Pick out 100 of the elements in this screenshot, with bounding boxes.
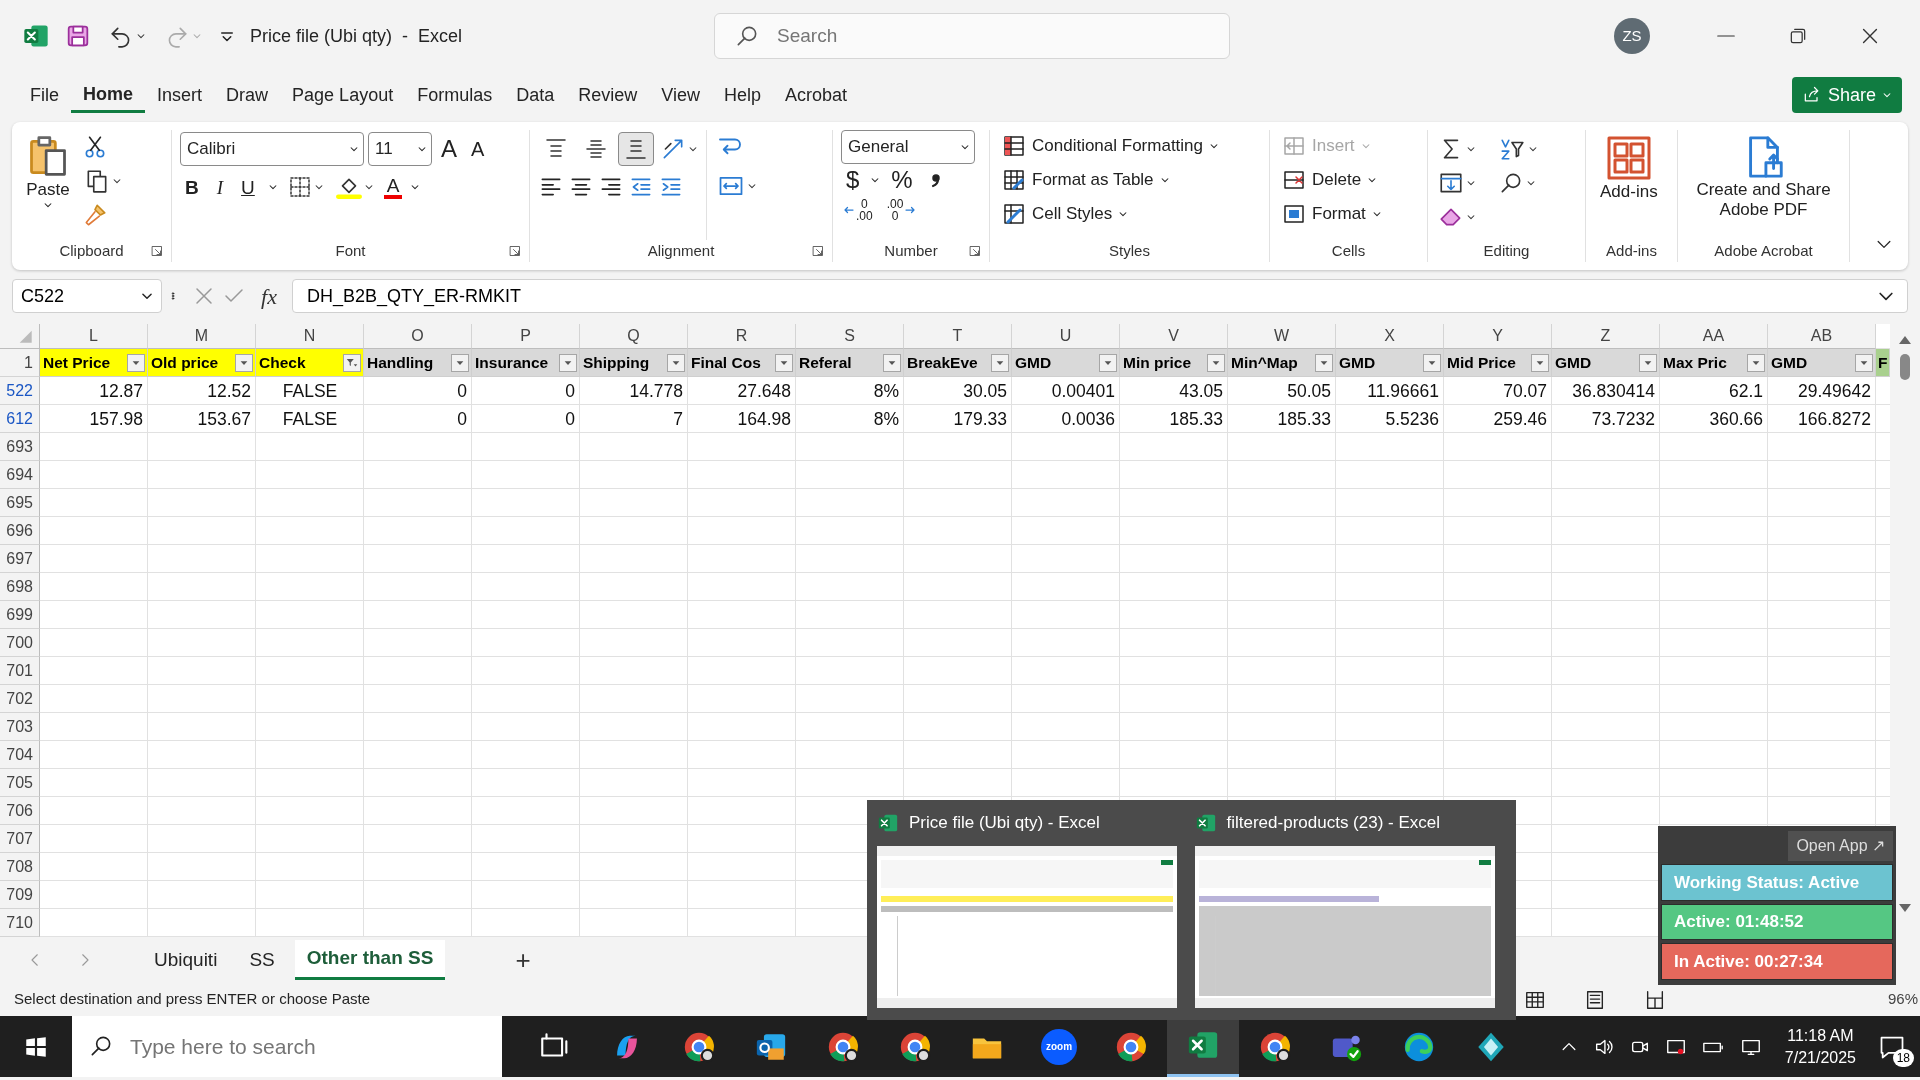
row-header[interactable]: 612 [0,405,40,433]
menu-tab[interactable]: View [649,77,712,113]
column-header[interactable]: O [364,324,472,349]
row-header[interactable]: 522 [0,377,40,405]
column-header[interactable]: R [688,324,796,349]
column-header[interactable]: U [1012,324,1120,349]
row-header[interactable]: 697 [0,545,40,573]
currency-button[interactable]: $ [841,168,865,192]
number-format-dropdown[interactable]: General [841,130,975,164]
styles-menu-button[interactable]: Format as Table [998,164,1224,196]
row-header[interactable]: 709 [0,881,40,909]
header-cell[interactable]: GMD [1336,349,1444,377]
header-cell[interactable]: Min price [1120,349,1228,377]
increase-decimal-button[interactable]: 0 .00 [841,196,875,224]
styles-menu-button[interactable]: Conditional Formatting [998,130,1224,162]
header-cell[interactable]: Mid Price [1444,349,1552,377]
menu-tab[interactable]: Help [711,77,773,113]
column-header[interactable]: AB [1768,324,1876,349]
name-box[interactable]: C522 [12,279,162,313]
header-cell[interactable]: Final Cos [688,349,796,377]
row-header[interactable]: 701 [0,657,40,685]
cells-menu-button[interactable]: Format [1278,198,1386,230]
row-header[interactable]: 705 [0,769,40,797]
column-header[interactable]: N [256,324,364,349]
column-header[interactable]: Q [580,324,688,349]
window-preview-title[interactable]: Price file (Ubi qty) - Excel [909,810,1100,836]
header-cell[interactable]: Insurance [472,349,580,377]
menu-tab[interactable]: Page Layout [280,77,406,113]
header-cell[interactable]: Old price [148,349,256,377]
row-header[interactable]: 693 [0,433,40,461]
cells-menu-button[interactable]: Delete [1278,164,1386,196]
menu-tab[interactable]: Acrobat [773,77,860,113]
row-header[interactable]: 698 [0,573,40,601]
row-header[interactable]: 710 [0,909,40,937]
row-header[interactable]: 694 [0,461,40,489]
row-header[interactable]: 696 [0,517,40,545]
paste-button[interactable]: Paste [20,130,76,240]
styles-menu-button[interactable]: Cell Styles [998,198,1224,230]
sheet-tab[interactable]: SS [237,941,287,979]
row-header[interactable]: 702 [0,685,40,713]
row-header[interactable]: 700 [0,629,40,657]
row-header[interactable]: 706 [0,797,40,825]
create-pdf-button[interactable]: Create and Share Adobe PDF [1686,130,1841,240]
column-header[interactable]: Y [1444,324,1552,349]
increase-font-size-button[interactable]: A [436,137,462,161]
add-sheet-button[interactable]: + [513,938,533,982]
column-header[interactable]: X [1336,324,1444,349]
row-header[interactable]: 695 [0,489,40,517]
bold-button[interactable]: B [180,177,204,197]
add-ins-button[interactable]: Add-ins [1594,130,1664,240]
column-header[interactable]: P [472,324,580,349]
font-size-dropdown[interactable]: 11 [368,132,432,166]
column-header[interactable]: V [1120,324,1228,349]
menu-tab[interactable]: Home [71,77,146,113]
row-header[interactable]: 1 [0,349,40,377]
clock-date[interactable]: 7/21/2025 [1784,1046,1856,1069]
column-header[interactable]: S [796,324,904,349]
taskbar-button[interactable]: zoom [1023,1016,1095,1077]
header-cell[interactable]: Check [256,349,364,377]
menu-tab[interactable]: Review [566,77,650,113]
header-cell[interactable]: Net Price [40,349,148,377]
menu-tab[interactable]: Insert [145,77,215,113]
header-cell[interactable]: GMD [1552,349,1660,377]
column-header[interactable]: M [148,324,256,349]
font-name-dropdown[interactable]: Calibri [180,132,364,166]
formula-field[interactable]: DH_B2B_QTY_ER-RMKIT [292,279,1908,313]
percent-button[interactable]: % [886,168,918,192]
decrease-decimal-button[interactable]: .00 0 [884,196,919,224]
open-app-button[interactable]: Open App ↗ [1788,831,1893,861]
header-cell[interactable]: GMD [1768,349,1876,377]
underline-button[interactable]: U [236,177,260,197]
menu-tab[interactable]: File [18,77,71,113]
column-header[interactable]: W [1228,324,1336,349]
row-header[interactable]: 704 [0,741,40,769]
row-header[interactable]: 703 [0,713,40,741]
user-avatar[interactable]: ZS [1614,18,1650,54]
column-header[interactable]: Z [1552,324,1660,349]
column-header[interactable]: T [904,324,1012,349]
row-header[interactable]: 699 [0,601,40,629]
header-cell[interactable]: Referal [796,349,904,377]
search-field[interactable]: Search [714,13,1230,59]
header-cell[interactable]: BreakEve [904,349,1012,377]
sheet-tab[interactable]: Ubiquiti [142,941,230,979]
column-header[interactable]: AA [1660,324,1768,349]
menu-tab[interactable]: Draw [214,77,281,113]
menu-tab[interactable]: Formulas [405,77,505,113]
menu-tab[interactable]: Data [504,77,567,113]
zoom-level[interactable]: 96% [1887,988,1918,1011]
header-cell[interactable]: Min^Map [1228,349,1336,377]
header-cell[interactable]: GMD [1012,349,1120,377]
header-cell[interactable]: Shipping [580,349,688,377]
window-preview-title[interactable]: filtered-products (23) - Excel [1226,810,1441,836]
share-button[interactable]: Share [1791,77,1902,113]
header-cell[interactable]: Handling [364,349,472,377]
decrease-font-size-button[interactable]: A [466,139,490,159]
row-header[interactable]: 708 [0,853,40,881]
sheet-tab[interactable]: Other than SS [294,940,446,980]
font-color-button[interactable]: A [383,175,403,199]
header-cell[interactable]: Max Pric [1660,349,1768,377]
clock-time[interactable]: 11:18 AM [1787,1024,1854,1047]
